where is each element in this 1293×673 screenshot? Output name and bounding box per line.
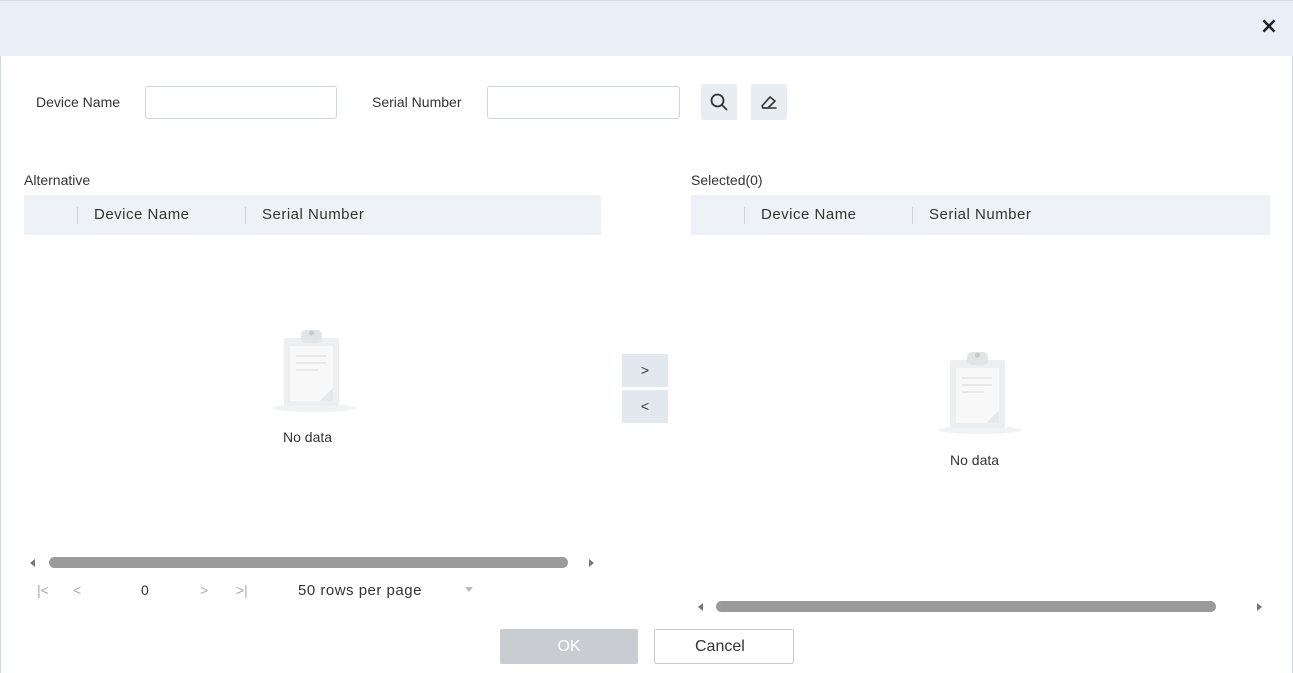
selected-grid-header: Device Name Serial Number [691, 195, 1270, 235]
ok-button[interactable]: OK [500, 629, 638, 664]
selected-col-device-name[interactable]: Device Name [761, 206, 857, 223]
dialog-titlebar: × [0, 0, 1293, 56]
scroll-right-icon[interactable] [1257, 603, 1262, 611]
device-name-label: Device Name [36, 94, 121, 110]
column-separator [245, 207, 246, 224]
empty-clipboard-icon [938, 352, 1022, 434]
rows-per-page-select[interactable]: 50 rows per page [298, 582, 422, 599]
alternative-no-data: No data [283, 429, 333, 445]
last-page-icon[interactable]: >| [236, 582, 248, 598]
search-button[interactable] [701, 84, 737, 120]
alternative-hscrollbar[interactable] [28, 557, 596, 569]
scroll-left-icon[interactable] [30, 559, 35, 567]
current-page: 0 [141, 582, 149, 598]
eraser-icon [761, 96, 777, 109]
serial-number-label: Serial Number [372, 94, 462, 110]
prev-page-icon[interactable]: < [73, 582, 81, 598]
scroll-right-icon[interactable] [589, 559, 594, 567]
alternative-grid-header: Device Name Serial Number [24, 195, 601, 235]
selected-title: Selected(0) [691, 172, 763, 188]
scroll-thumb[interactable] [49, 557, 568, 568]
column-separator [744, 207, 745, 224]
device-name-input[interactable] [145, 86, 337, 119]
scroll-thumb[interactable] [716, 601, 1216, 612]
alternative-title: Alternative [24, 172, 91, 188]
column-separator [77, 207, 78, 224]
next-page-icon[interactable]: > [200, 582, 208, 598]
chevron-down-icon[interactable] [465, 587, 473, 592]
selected-col-serial-number[interactable]: Serial Number [929, 206, 1031, 223]
scroll-left-icon[interactable] [698, 603, 703, 611]
first-page-icon[interactable]: |< [37, 582, 49, 598]
selected-no-data: No data [950, 452, 1000, 468]
search-icon [710, 93, 728, 111]
move-right-button[interactable]: > [622, 354, 668, 387]
serial-number-input[interactable] [487, 86, 680, 119]
column-separator [912, 207, 913, 224]
empty-clipboard-icon [272, 330, 356, 412]
cancel-button[interactable]: Cancel [654, 629, 794, 664]
dialog-left-border [0, 0, 1, 673]
clear-button[interactable] [751, 84, 787, 120]
selected-hscrollbar[interactable] [696, 601, 1264, 613]
alternative-col-device-name[interactable]: Device Name [94, 206, 190, 223]
close-icon[interactable]: × [1259, 16, 1279, 38]
move-left-button[interactable]: < [622, 390, 668, 423]
alternative-col-serial-number[interactable]: Serial Number [262, 206, 364, 223]
